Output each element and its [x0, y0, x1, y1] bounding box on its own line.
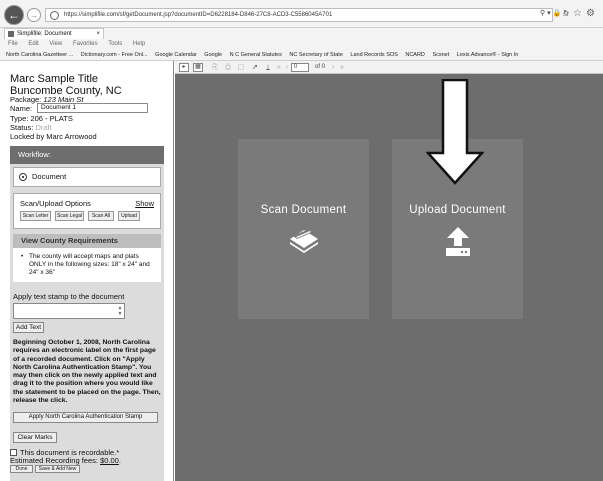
status-line: Status: Draft — [10, 123, 52, 132]
text-stamp-label: Apply text stamp to the document — [13, 292, 125, 301]
upload-button[interactable]: Upload — [118, 211, 140, 221]
menu-view[interactable]: View — [49, 41, 62, 47]
favicon-icon — [8, 31, 14, 37]
arrow-down-icon — [425, 78, 485, 187]
scan-document-tile[interactable]: Scan Document — [238, 139, 369, 319]
name-label: Name: — [10, 104, 33, 113]
scan-legal-button[interactable]: Scan Legal — [55, 211, 84, 221]
cursor-tool-icon[interactable]: ▸ — [179, 63, 189, 72]
favorite-link[interactable]: Google — [204, 52, 222, 58]
upload-document-label: Upload Document — [409, 204, 506, 216]
print-icon[interactable]: ⎙ — [223, 62, 233, 73]
browser-right-icons[interactable]: ⌂☆⚙ — [563, 8, 599, 19]
scanner-icon — [287, 227, 321, 255]
favorite-link[interactable]: Scsnet — [432, 52, 449, 58]
url-text: https://simplifile.com/sf/getDocument.js… — [64, 12, 333, 18]
document-sidebar: Marc Sample Title Buncombe County, NC Pa… — [0, 61, 174, 481]
fees-value[interactable]: $0.00 — [100, 456, 119, 465]
status-label: Status: — [10, 123, 34, 132]
status-value: Draft — [35, 123, 52, 132]
apply-authentication-stamp-button[interactable]: Apply North Carolina Authentication Stam… — [13, 412, 158, 423]
page-number-input[interactable]: 0 — [291, 63, 309, 72]
menu-file[interactable]: File — [8, 41, 18, 47]
prev-page-icon[interactable]: ‹ — [283, 62, 291, 73]
arrow-right-icon: → — [30, 10, 38, 20]
arrow-left-icon: ← — [8, 8, 20, 22]
menu-favorites[interactable]: Favorites — [73, 41, 98, 47]
copy-icon[interactable]: ⎘ — [210, 62, 220, 73]
favorite-link[interactable]: NC Secretary of State — [289, 52, 343, 58]
workflow-body: Document Scan/Upload Options Show Scan L… — [10, 164, 164, 481]
address-bar[interactable]: https://simplifile.com/sf/getDocument.js… — [45, 8, 553, 22]
scan-letter-button[interactable]: Scan Letter — [20, 211, 51, 221]
tab-simplifile[interactable]: Simplifile: Document × — [4, 28, 104, 39]
add-text-button[interactable]: Add Text — [13, 322, 44, 333]
document-option[interactable]: Document — [13, 167, 161, 187]
sign-icon[interactable]: ➚ — [250, 62, 260, 73]
workflow-header: Workflow: — [10, 146, 164, 164]
county-requirements-text: The county will accept maps and plats ON… — [13, 248, 161, 282]
menu-edit[interactable]: Edit — [28, 41, 38, 47]
page-count: of 0 — [314, 64, 325, 70]
locked-by: Locked by Marc Arrowood — [10, 132, 97, 141]
save-add-new-button[interactable]: Save & Add New — [35, 465, 80, 473]
clear-marks-button[interactable]: Clear Marks — [13, 432, 57, 443]
menu-bar: File Edit View Favorites Tools Help — [0, 39, 603, 49]
document-name-input[interactable]: Document 1 — [37, 103, 148, 113]
site-icon — [50, 11, 59, 20]
tab-title: Simplifile: Document — [17, 31, 72, 37]
fees-suffix: . — [118, 456, 121, 465]
tab-row: Simplifile: Document × — [0, 28, 603, 39]
scan-all-button[interactable]: Scan All — [88, 211, 114, 221]
radio-button[interactable] — [19, 173, 27, 181]
first-page-icon[interactable]: « — [275, 62, 283, 73]
authentication-notice: Beginning October 1, 2008, North Carolin… — [13, 339, 161, 405]
favorite-link[interactable]: Land Records SOS — [350, 52, 397, 58]
type-label: Type: — [10, 114, 29, 123]
forward-button[interactable]: → — [27, 8, 41, 22]
favorite-link[interactable]: Lexis Advance® - Sign In — [457, 52, 519, 58]
menu-tools[interactable]: Tools — [108, 41, 122, 47]
document-option-label: Document — [32, 172, 67, 181]
menu-help[interactable]: Help — [133, 41, 145, 47]
favorite-link[interactable]: NCARD — [405, 52, 425, 58]
favorite-link[interactable]: North Carolina Gazetteer ... — [6, 52, 73, 58]
type-line: Type: 206 - PLATS — [10, 114, 73, 123]
upload-icon — [444, 227, 472, 259]
recording-fees: Estimated Recording fees: $0.00. — [10, 456, 121, 465]
delete-icon[interactable]: ▢ — [236, 62, 246, 73]
favorites-bar: North Carolina Gazetteer ... Dictionary.… — [0, 49, 603, 61]
view-county-requirements[interactable]: View County Requirements — [13, 234, 161, 248]
favorite-link[interactable]: N C General Statutes — [230, 52, 282, 58]
favorite-link[interactable]: Google Calendar — [155, 52, 197, 58]
close-icon[interactable]: × — [96, 29, 100, 39]
resize-icon[interactable]: ▲ ▼ — [117, 305, 123, 318]
favorite-link[interactable]: Dictionary.com - Free Onl... — [81, 52, 148, 58]
browser-toolbar: ← → https://simplifile.com/sf/getDocumen… — [0, 0, 603, 28]
stamp-icon[interactable]: ⍊ — [263, 62, 273, 73]
document-viewer: ▸ ▦ ⎘ ⎙ ▢ ➚ ⍊ « ‹ 0 of 0 › » Scan Docume… — [175, 61, 603, 481]
text-stamp-input[interactable]: ▲ ▼ — [13, 303, 125, 319]
scan-document-label: Scan Document — [260, 204, 347, 216]
viewer-toolbar: ▸ ▦ ⎘ ⎙ ▢ ➚ ⍊ « ‹ 0 of 0 › » — [175, 61, 603, 74]
scan-upload-options: Scan/Upload Options Show Scan Letter Sca… — [13, 193, 161, 229]
next-page-icon[interactable]: › — [329, 62, 337, 73]
thumbnails-icon[interactable]: ▦ — [193, 63, 203, 72]
done-button[interactable]: Done — [10, 465, 33, 473]
last-page-icon[interactable]: » — [338, 62, 346, 73]
fees-label: Estimated Recording fees: — [10, 456, 98, 465]
recordable-checkbox[interactable] — [10, 449, 17, 456]
type-value: 206 - PLATS — [30, 114, 73, 123]
scan-options-title: Scan/Upload Options — [20, 199, 91, 208]
document-title: Marc Sample Title — [10, 73, 99, 85]
show-link[interactable]: Show — [135, 199, 154, 208]
back-button[interactable]: ← — [4, 5, 24, 25]
